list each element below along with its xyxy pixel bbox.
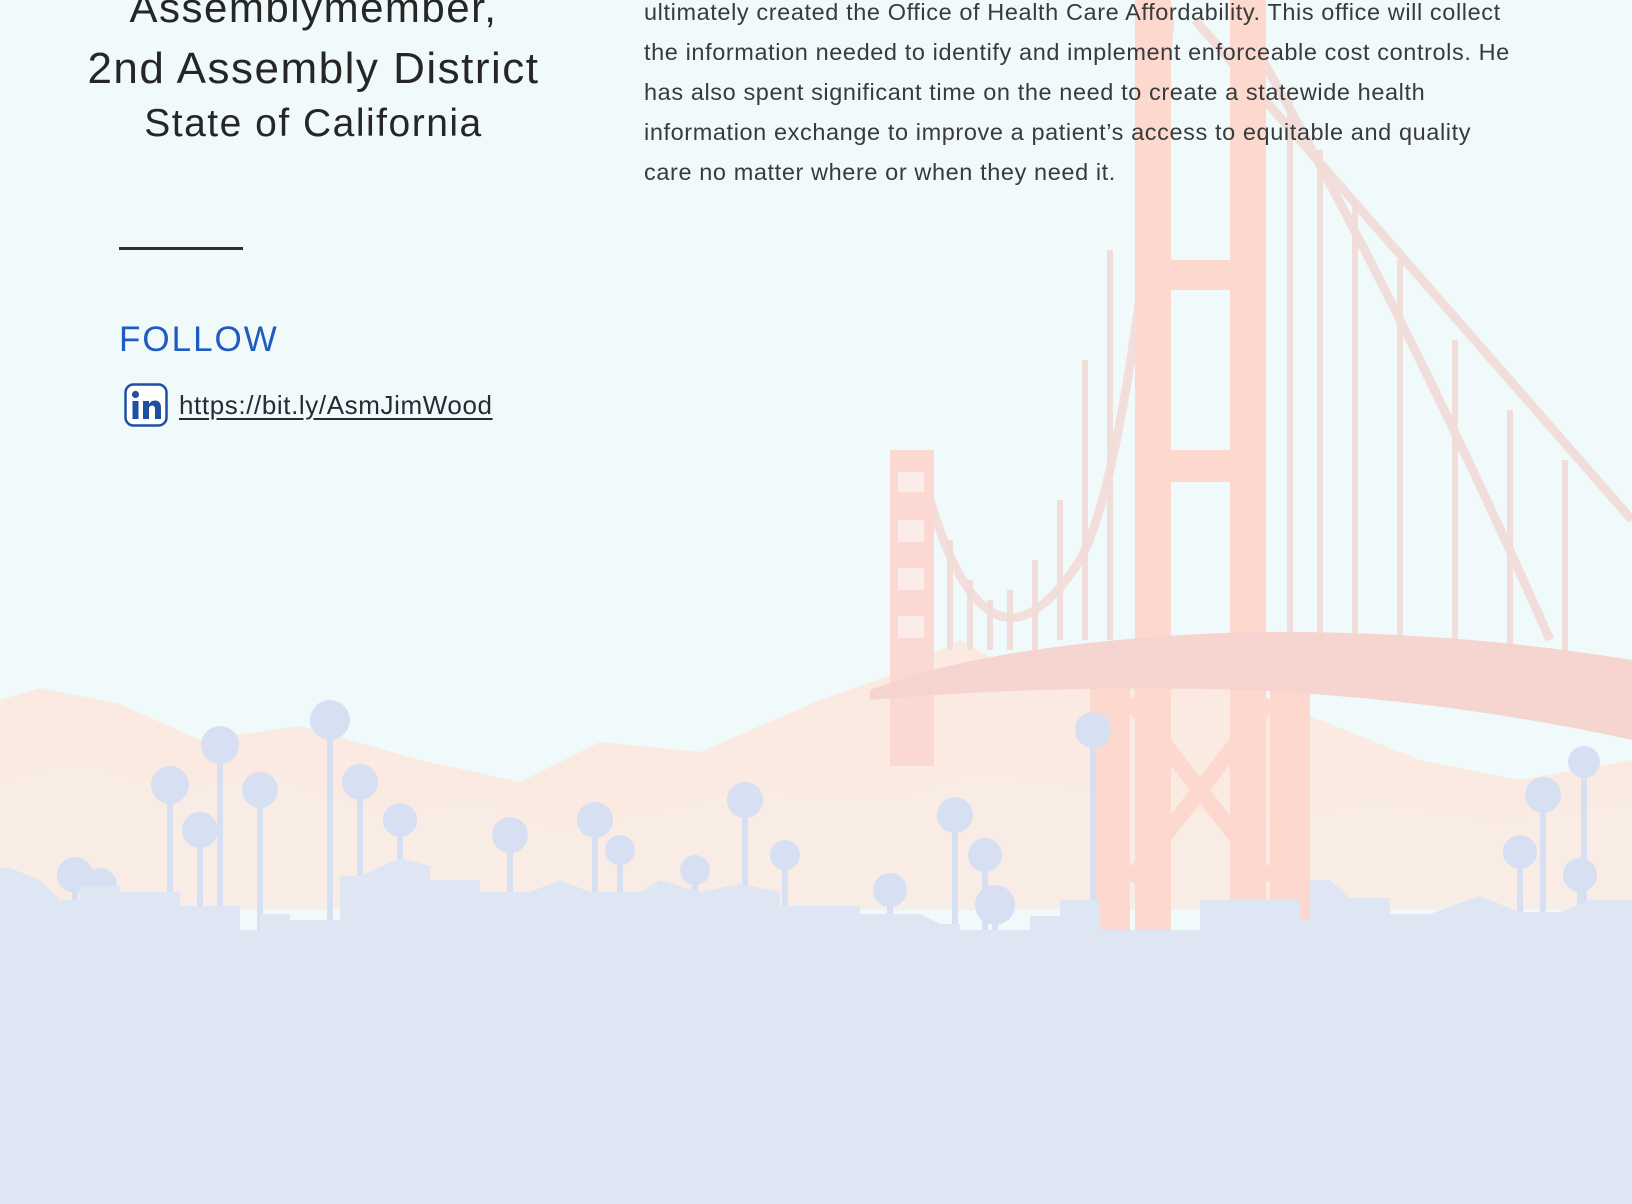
follow-heading: FOLLOW <box>119 320 279 359</box>
profile-title-line-3: State of California <box>144 102 483 145</box>
linkedin-link[interactable]: https://bit.ly/AsmJimWood <box>179 390 493 421</box>
biography-paragraph: ultimately created the Office of Health … <box>644 0 1510 185</box>
profile-title-line-2: 2nd Assembly District <box>87 44 540 93</box>
bridge-small-tower <box>890 450 934 766</box>
follow-linkedin-row: https://bit.ly/AsmJimWood <box>124 383 493 427</box>
ground-band <box>0 930 1632 1204</box>
profile-title-line-1: Assemblymember, <box>129 0 498 31</box>
section-divider <box>119 247 243 250</box>
linkedin-icon[interactable] <box>124 383 168 427</box>
